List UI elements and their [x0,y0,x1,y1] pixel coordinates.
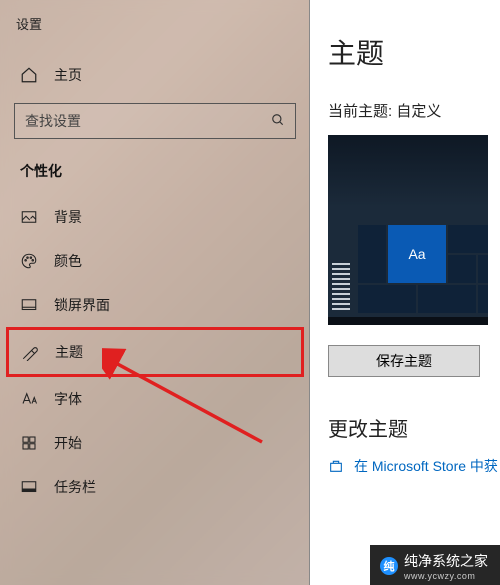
image-icon [20,208,38,226]
current-theme-label: 当前主题: 自定义 [328,100,500,121]
section-header: 个性化 [8,157,302,195]
sidebar-item-label: 主题 [55,342,83,362]
sidebar-item-lockscreen[interactable]: 锁屏界面 [8,283,302,327]
sidebar-item-background[interactable]: 背景 [8,195,302,239]
sidebar-item-start[interactable]: 开始 [8,421,302,465]
sidebar-item-fonts[interactable]: 字体 [8,377,302,421]
watermark-url: www.ycwzy.com [404,571,488,581]
sidebar-item-label: 任务栏 [54,477,96,497]
watermark-icon: 纯 [380,557,398,575]
content-pane: 主题 当前主题: 自定义 Aa 保存主题 更改主题 [310,0,500,585]
sidebar-item-label: 锁屏界面 [54,295,110,315]
store-link-text: 在 Microsoft Store 中获 [354,456,498,476]
sidebar-item-label: 字体 [54,389,82,409]
store-icon [328,458,344,474]
search-input[interactable] [25,113,247,129]
settings-sidebar: 设置 主页 个性化 背景 颜色 [0,0,310,585]
sidebar-item-colors[interactable]: 颜色 [8,239,302,283]
search-box[interactable] [14,103,296,139]
store-link[interactable]: 在 Microsoft Store 中获 [328,456,500,476]
home-icon [20,66,38,84]
watermark: 纯 纯净系统之家 www.ycwzy.com [370,545,500,585]
sidebar-item-themes[interactable]: 主题 [9,330,301,374]
app-title: 设置 [8,10,302,53]
taskbar-icon [20,478,38,496]
theme-preview[interactable]: Aa [328,135,488,325]
sidebar-item-label: 背景 [54,207,82,227]
start-icon [20,434,38,452]
sidebar-item-label: 颜色 [54,251,82,271]
palette-icon [20,252,38,270]
sidebar-item-label: 开始 [54,433,82,453]
change-theme-heading: 更改主题 [328,413,500,442]
font-icon [20,390,38,408]
page-title: 主题 [328,32,500,72]
watermark-name: 纯净系统之家 [404,553,488,569]
home-link[interactable]: 主页 [8,53,302,97]
tile-grid: Aa [358,225,488,313]
sidebar-item-taskbar[interactable]: 任务栏 [8,465,302,509]
theme-icon [21,343,39,361]
home-label: 主页 [54,65,82,85]
lockscreen-icon [20,296,38,314]
accent-tile: Aa [388,225,446,283]
annotation-highlight: 主题 [6,327,304,377]
save-theme-button[interactable]: 保存主题 [328,345,480,377]
search-icon [271,113,285,130]
